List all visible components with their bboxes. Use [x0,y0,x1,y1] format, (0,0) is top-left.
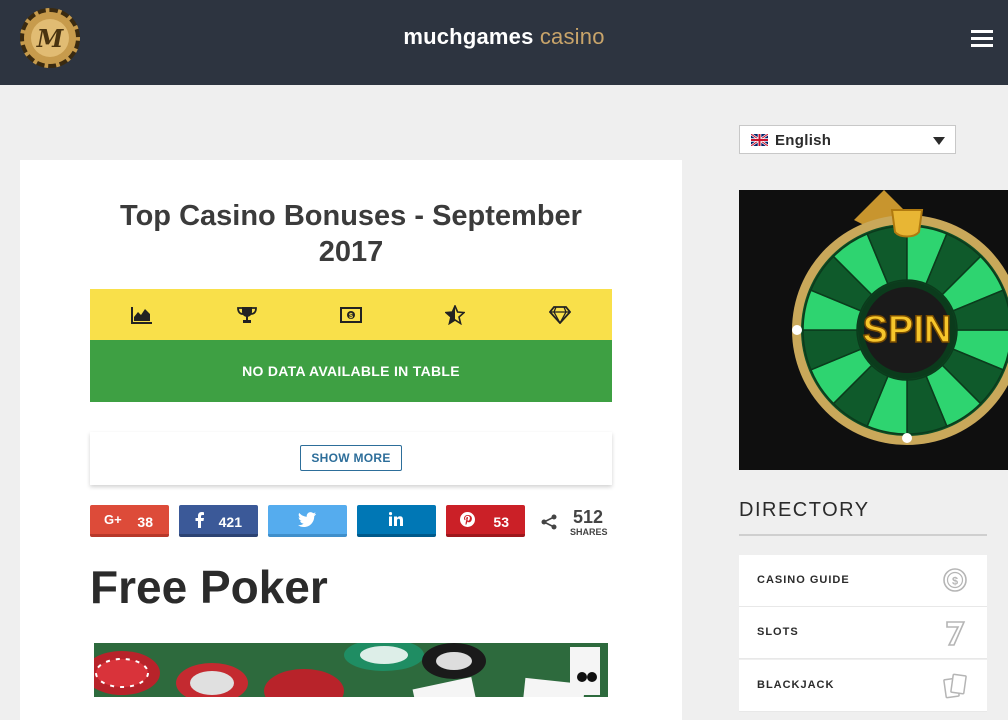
site-brand[interactable]: muchgames casino [0,24,1008,50]
site-header: M muchgames casino [0,0,1008,85]
twitter-icon [298,512,316,530]
directory-divider [739,534,987,536]
directory-title: DIRECTORY [739,499,870,521]
diamond-icon[interactable] [508,289,612,340]
bonus-table-header: $ [90,289,612,340]
poker-image [94,643,608,697]
directory-item-label: SLOTS [757,626,799,638]
brand-accent: casino [539,24,605,49]
spin-wheel-banner[interactable]: SPIN [739,190,1008,470]
total-shares-count: 512 [573,507,604,527]
hamburger-menu-icon[interactable] [971,30,993,48]
seven-icon [943,620,967,651]
google-plus-icon: G+ [104,512,126,529]
directory-item-blackjack[interactable]: BLACKJACK [739,660,987,712]
money-icon[interactable]: $ [299,289,403,340]
trophy-icon[interactable] [194,289,298,340]
linkedin-icon [388,512,403,529]
page-title: Top Casino Bonuses - September 2017 [120,200,582,268]
facebook-icon [193,512,205,531]
cards-icon [943,673,967,704]
facebook-share-button[interactable]: 421 [179,505,258,537]
total-shares: 512 SHARES [540,506,610,538]
twitter-share-button[interactable] [268,505,347,537]
chart-area-icon[interactable] [90,289,194,340]
spin-text: SPIN [863,309,952,351]
google-share-count: 38 [137,514,153,530]
share-icon [541,514,557,530]
linkedin-share-button[interactable] [357,505,436,537]
directory-item-casino-guide[interactable]: CASINO GUIDE $ [739,555,987,607]
dollar-coin-icon: $ [943,568,967,597]
google-share-button[interactable]: G+ 38 [90,505,169,537]
show-more-button[interactable]: SHOW MORE [300,445,402,471]
uk-flag-icon [751,134,768,146]
star-half-icon[interactable] [403,289,507,340]
directory-item-label: CASINO GUIDE [757,574,850,586]
section-heading: Free Poker [90,561,328,613]
pinterest-share-button[interactable]: 53 [446,505,525,537]
directory-item-label: BLACKJACK [757,679,835,691]
language-select[interactable]: English [739,125,956,154]
brand-main: muchgames [403,24,534,49]
language-label: English [775,132,832,149]
pinterest-share-count: 53 [493,514,509,530]
total-shares-label: SHARES [570,527,608,537]
pinterest-icon [460,512,475,530]
no-data-message: NO DATA AVAILABLE IN TABLE [90,340,612,402]
svg-text:$: $ [952,576,958,588]
svg-text:$: $ [349,313,353,320]
facebook-share-count: 421 [218,514,242,530]
directory-item-slots[interactable]: SLOTS [739,607,987,659]
svg-text:G+: G+ [104,512,122,526]
chevron-down-icon [933,137,945,145]
